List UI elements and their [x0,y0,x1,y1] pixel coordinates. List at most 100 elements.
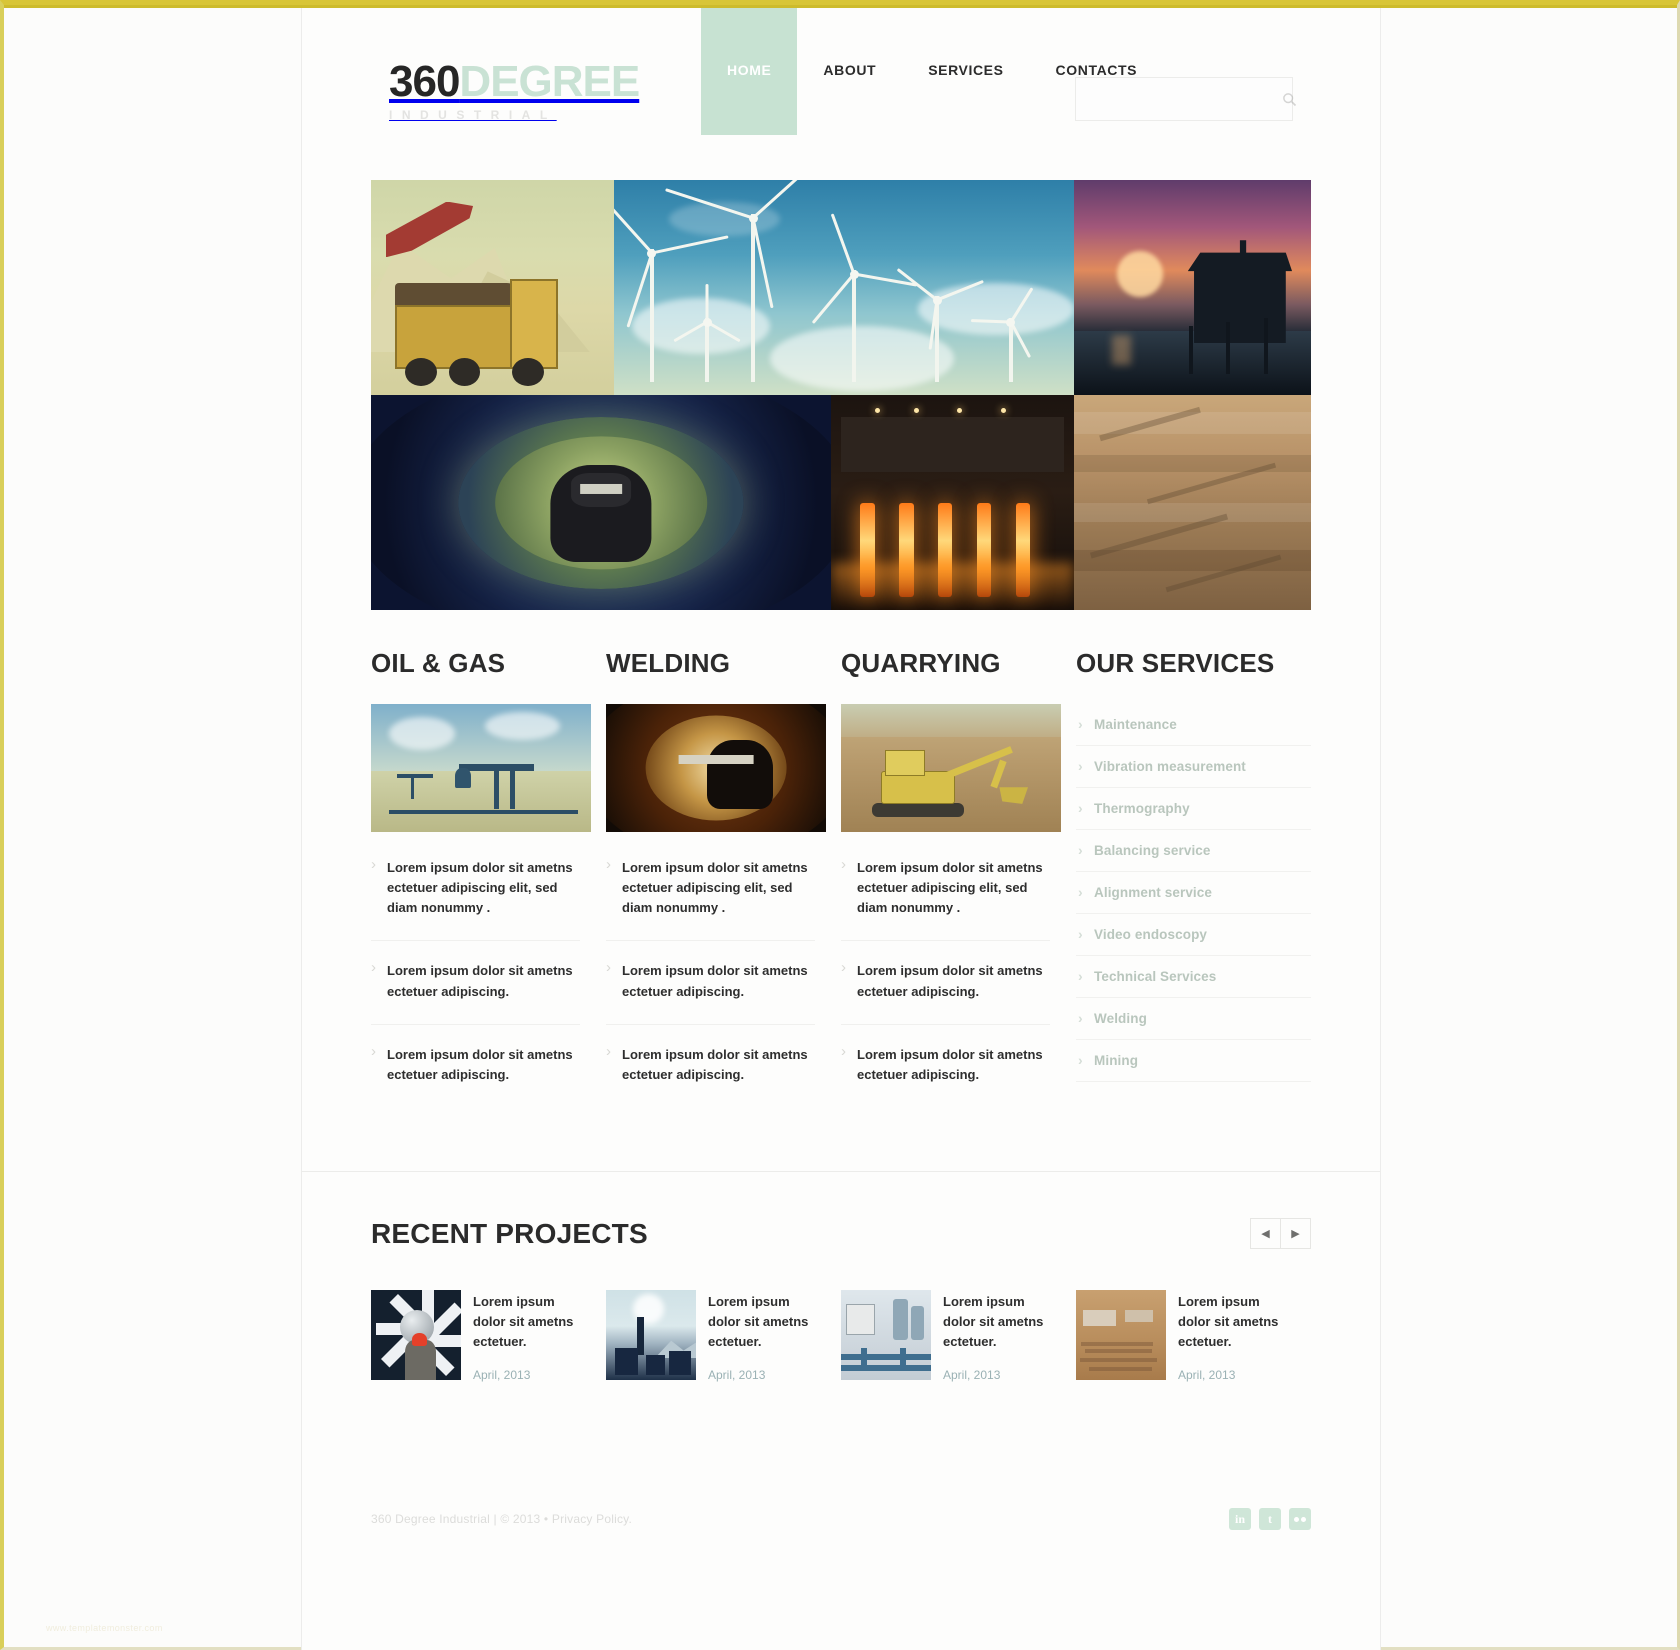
carousel-navigation: ◀ ▶ [1250,1218,1311,1250]
twitter-icon[interactable]: t [1259,1508,1281,1531]
service-link[interactable]: Thermography [1076,788,1311,829]
carousel-next-button[interactable]: ▶ [1280,1218,1311,1250]
feature-item[interactable]: Lorem ipsum dolor sit ametns ectetuer ad… [841,959,1050,1025]
project-item[interactable]: Lorem ipsum dolor sit ametns ectetuer. A… [1076,1289,1311,1382]
service-item-thermography[interactable]: Thermography [1076,788,1311,830]
feature-item[interactable]: Lorem ipsum dolor sit ametns ectetuer ad… [841,856,1050,942]
service-link[interactable]: Mining [1076,1040,1311,1081]
wind-turbine [665,180,823,383]
gallery-row-bottom [371,395,1311,610]
wind-turbine [614,193,729,383]
recent-projects-section: RECENT PROJECTS ◀ ▶ Lorem ipsum dolor si… [371,1172,1311,1382]
site-logo[interactable]: 360DEGREE INDUSTRIAL [389,57,640,123]
project-thumb-turbine-fan[interactable] [371,1289,461,1380]
nav-link-services[interactable]: SERVICES [902,5,1029,135]
gallery-tile-pipe-welder[interactable] [371,395,831,610]
flickr-dots [1294,1516,1306,1522]
feature-item[interactable]: Lorem ipsum dolor sit ametns ectetuer ad… [606,959,815,1025]
project-date: April, 2013 [708,1368,766,1383]
site-inner: 360DEGREE INDUSTRIAL HOME ABOUT SERVICES… [301,5,1381,1570]
service-item-technical-services[interactable]: Technical Services [1076,956,1311,998]
service-item-alignment-service[interactable]: Alignment service [1076,872,1311,914]
column-image-welder[interactable] [606,704,826,832]
social-links: in t [1229,1508,1311,1531]
project-thumb-industrial-yard[interactable] [1076,1289,1166,1380]
column-oil-and-gas: OIL & GAS › Lorem ipsum dolor sit ametns… [371,650,606,1127]
carousel-prev-button[interactable]: ◀ [1250,1218,1281,1250]
flickr-icon[interactable] [1289,1508,1311,1531]
project-date: April, 2013 [943,1368,1001,1383]
nav-item-home[interactable]: HOME [701,5,798,135]
service-item-maintenance[interactable]: Maintenance [1076,704,1311,746]
service-item-vibration-measurement[interactable]: Vibration measurement [1076,746,1311,788]
project-body: Lorem ipsum dolor sit ametns ectetuer. A… [473,1290,588,1382]
feature-text: Lorem ipsum dolor sit ametns ectetuer ad… [387,963,573,999]
feature-item[interactable]: Lorem ipsum dolor sit ametns ectetuer ad… [371,959,580,1025]
feature-item[interactable]: Lorem ipsum dolor sit ametns ectetuer ad… [606,856,815,942]
service-item-welding[interactable]: Welding [1076,998,1311,1040]
column-image-excavator[interactable] [841,704,1061,832]
nav-link-about[interactable]: ABOUT [797,5,902,135]
project-item[interactable]: Lorem ipsum dolor sit ametns ectetuer. A… [606,1289,841,1382]
column-our-services: OUR SERVICES Maintenance Vibration measu… [1076,650,1311,1127]
column-title-our-services: OUR SERVICES [1076,648,1275,678]
project-body: Lorem ipsum dolor sit ametns ectetuer. A… [943,1290,1058,1382]
feature-list-oil-and-gas: Lorem ipsum dolor sit ametns ectetuer ad… [371,856,580,1107]
gallery-tile-offshore-rig[interactable] [1074,180,1311,395]
site-footer: 360 Degree Industrial | © 2013 • Privacy… [371,1382,1311,1570]
service-link[interactable]: Vibration measurement [1076,746,1311,787]
project-item[interactable]: Lorem ipsum dolor sit ametns ectetuer. A… [371,1289,606,1382]
linkedin-icon[interactable]: in [1229,1508,1251,1531]
service-link[interactable]: Video endoscopy [1076,914,1311,955]
nav-item-services[interactable]: SERVICES [902,5,1029,135]
logo-tagline: INDUSTRIAL [389,108,557,122]
project-thumb-power-plant[interactable] [606,1289,696,1380]
gallery-tile-wind-turbines[interactable] [614,180,1074,395]
search-input[interactable] [1076,78,1276,120]
feature-text: Lorem ipsum dolor sit ametns ectetuer ad… [622,963,808,999]
column-title-quarrying: QUARRYING [841,648,1001,678]
gallery-tile-quarry-truck[interactable] [371,180,614,395]
column-welding: WELDING Lorem ipsum dolor sit ametns ect… [606,650,841,1127]
logo-light-part: DEGREE [459,57,640,106]
project-item[interactable]: Lorem ipsum dolor sit ametns ectetuer. A… [841,1289,1076,1382]
logo-wordmark: 360DEGREE [389,57,640,106]
recent-projects-title: RECENT PROJECTS [371,1217,648,1249]
search-button[interactable] [1276,78,1303,120]
nav-link-home[interactable]: HOME [701,5,798,135]
project-body: Lorem ipsum dolor sit ametns ectetuer. A… [708,1290,823,1382]
feature-text: Lorem ipsum dolor sit ametns ectetuer ad… [387,1046,573,1082]
gallery-tile-open-pit-mine[interactable] [1074,395,1311,610]
service-link[interactable]: Maintenance [1076,704,1311,745]
service-link[interactable]: Balancing service [1076,830,1311,871]
project-text: Lorem ipsum dolor sit ametns ectetuer. [1178,1293,1279,1350]
feature-item[interactable]: Lorem ipsum dolor sit ametns ectetuer ad… [606,1043,815,1107]
nav-item-about[interactable]: ABOUT [797,5,902,135]
wind-turbine [970,286,1034,383]
service-link[interactable]: Technical Services [1076,956,1311,997]
service-link[interactable]: Welding [1076,998,1311,1039]
search-box[interactable] [1075,77,1297,121]
search-icon [1283,92,1297,106]
feature-list-quarrying: Lorem ipsum dolor sit ametns ectetuer ad… [841,856,1050,1107]
service-item-balancing-service[interactable]: Balancing service [1076,830,1311,872]
feature-item[interactable]: Lorem ipsum dolor sit ametns ectetuer ad… [841,1043,1050,1107]
service-link[interactable]: Alignment service [1076,872,1311,913]
service-item-mining[interactable]: Mining [1076,1040,1311,1082]
hero-gallery [371,180,1311,610]
feature-text: Lorem ipsum dolor sit ametns ectetuer ad… [622,1046,808,1082]
content-columns: OIL & GAS › Lorem ipsum dolor sit ametns… [371,610,1311,1127]
feature-item[interactable]: Lorem ipsum dolor sit ametns ectetuer ad… [371,1043,580,1107]
logo-bold-part: 360 [389,57,460,106]
wind-turbine [673,283,741,383]
feature-text: Lorem ipsum dolor sit ametns ectetuer ad… [857,1046,1043,1082]
project-thumb-factory-pipes[interactable] [841,1289,931,1380]
feature-item[interactable]: Lorem ipsum dolor sit ametns ectetuer ad… [371,856,580,942]
feature-text: Lorem ipsum dolor sit ametns ectetuer ad… [857,963,1043,999]
service-item-video-endoscopy[interactable]: Video endoscopy [1076,914,1311,956]
gallery-tile-steel-mill[interactable] [831,395,1074,610]
site-header: 360DEGREE INDUSTRIAL HOME ABOUT SERVICES… [341,5,1341,180]
page-frame: 360DEGREE INDUSTRIAL HOME ABOUT SERVICES… [0,0,1680,1650]
column-image-oil-pump[interactable] [371,704,591,832]
wind-turbine [896,268,984,383]
